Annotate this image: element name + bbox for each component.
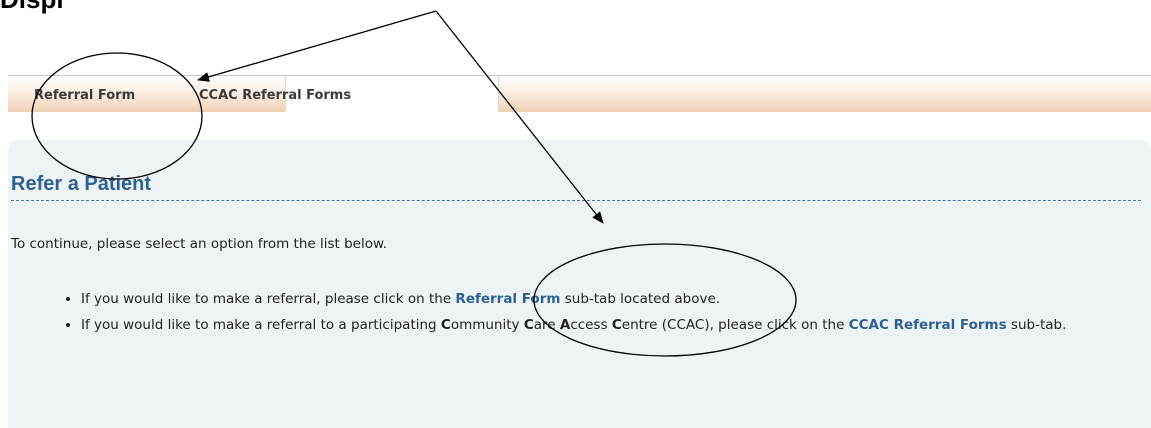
page-heading-cropped: Displ: [0, 0, 64, 15]
bullet-text: ommunity: [450, 317, 524, 333]
intro-text: To continue, please select an option fro…: [11, 236, 388, 252]
page: Displ Referral Form CCAC Referral Forms …: [0, 0, 1151, 428]
annotation-arrow-to-subtab: [197, 10, 437, 82]
bullet-text: ccess: [570, 317, 612, 333]
title-divider: [11, 200, 1141, 201]
panel-title: Refer a Patient: [11, 173, 152, 195]
acronym-letter: C: [523, 317, 534, 333]
list-item: If you would like to make a referral to …: [81, 315, 1151, 336]
bullet-text: If you would like to make a referral to …: [81, 317, 441, 333]
subtab-divider: [498, 76, 499, 110]
acronym-letter: C: [440, 317, 451, 333]
list-item: If you would like to make a referral, pl…: [81, 289, 1151, 310]
ccac-referral-forms-link[interactable]: CCAC Referral Forms: [849, 317, 1007, 333]
content-panel: [8, 140, 1151, 428]
subtab-bar: [8, 76, 1151, 112]
bullet-text: sub-tab.: [1006, 317, 1067, 333]
subtab-ccac-referral-forms[interactable]: CCAC Referral Forms: [199, 88, 351, 103]
acronym-letter: C: [611, 317, 622, 333]
subtab-referral-form[interactable]: Referral Form: [34, 88, 135, 103]
options-list: If you would like to make a referral, pl…: [57, 289, 1151, 341]
bullet-text: If you would like to make a referral, pl…: [81, 291, 456, 307]
bullet-text: sub-tab located above.: [560, 291, 721, 307]
bullet-text: are: [533, 317, 560, 333]
bullet-text: entre (CCAC), please click on the: [621, 317, 849, 333]
referral-form-link[interactable]: Referral Form: [455, 291, 560, 307]
acronym-letter: A: [559, 317, 571, 333]
